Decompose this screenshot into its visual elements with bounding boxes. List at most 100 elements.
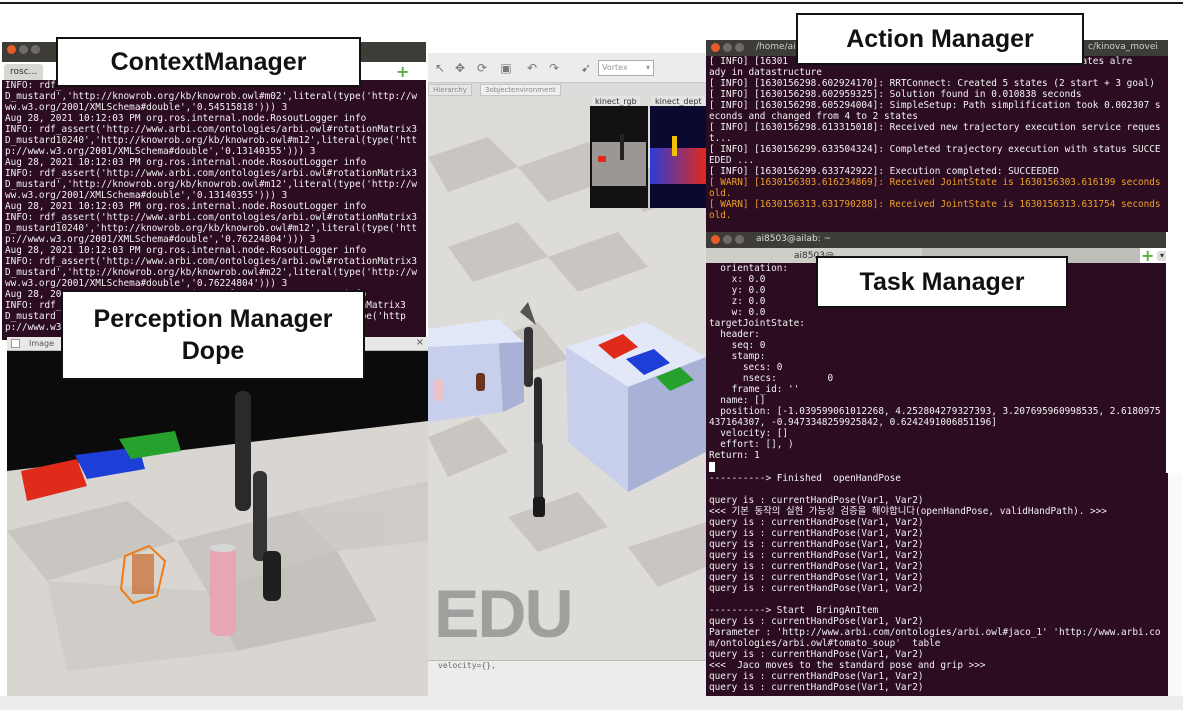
perception-camera-image — [7, 351, 428, 696]
label-perception-line2: Dope — [181, 337, 245, 365]
terminal-line: econds and changed from 4 to 2 states — [709, 111, 918, 122]
undo-icon[interactable]: ↶ — [524, 61, 540, 75]
terminal-line: [ INFO] [1630156298.602959325]: Solution… — [709, 89, 1082, 100]
terminal-line: old. — [709, 210, 732, 221]
terminal-line: Return: 1 — [709, 450, 760, 461]
window-controls — [711, 235, 744, 244]
terminal-line: query is : currentHandPose(Var1, Var2) — [709, 495, 924, 506]
terminal-line: query is : currentHandPose(Var1, Var2) — [709, 528, 924, 539]
window-icon — [11, 339, 20, 348]
terminal-line: [ INFO] [1630156298.613315018]: Received… — [709, 122, 1161, 133]
terminal-line: seq: 0 — [709, 340, 766, 351]
tab-environment[interactable]: 3objectenvironment — [480, 84, 561, 96]
terminal-line: [ INFO] [1630156299.633742922]: Executio… — [709, 166, 1059, 177]
kinect-rgb-view — [590, 106, 648, 208]
can-object — [210, 546, 236, 636]
window-controls — [7, 45, 40, 54]
terminal-line: query is : currentHandPose(Var1, Var2) — [709, 572, 924, 583]
terminal-line: w: 0.0 — [709, 307, 766, 318]
terminal-line: Aug 28, 2021 10:12:03 PM org.ros.interna… — [5, 157, 367, 168]
scale-icon[interactable]: ▣ — [498, 61, 514, 75]
action-terminal-title: /home/ai — [756, 42, 796, 52]
maximize-icon[interactable] — [735, 43, 744, 52]
terminal-line: <<< Jaco moves to the standard pose and … — [709, 660, 986, 671]
terminal-line: [ INFO] [1630156298.602924170]: RRTConne… — [709, 78, 1155, 89]
redo-icon[interactable]: ↷ — [546, 61, 562, 75]
action-terminal-title-suffix: c/kinova_movei — [1088, 42, 1158, 52]
velocity-text: velocity={}, — [438, 661, 496, 670]
top-divider — [0, 2, 1183, 4]
robot-arm — [235, 391, 251, 511]
terminal-line: ----------> Finished openHandPose — [709, 473, 901, 484]
label-task-manager: Task Manager — [816, 256, 1068, 308]
terminal-line: nsecs: 0 — [709, 373, 834, 384]
terminal-line: p://www.w3.org/2001/XMLSchema#double','0… — [5, 234, 316, 245]
terminal-line: query is : currentHandPose(Var1, Var2) — [709, 616, 924, 627]
rotate-icon[interactable]: ⟳ — [474, 61, 490, 75]
maximize-icon[interactable] — [31, 45, 40, 54]
terminal-line: query is : currentHandPose(Var1, Var2) — [709, 517, 924, 528]
label-perception-line1: Perception Manager — [93, 305, 333, 333]
bottom-terminal[interactable]: ----------> Finished openHandPose query … — [706, 473, 1168, 696]
close-icon[interactable] — [7, 45, 16, 54]
terminal-line: velocity: [] — [709, 428, 789, 439]
screenshot-root: rosc... + INFO: rdf_ D_mustard','http://k… — [0, 0, 1183, 710]
terminal-line: INFO: rdf_assert('http://www.arbi.com/on… — [5, 256, 418, 267]
terminal-line: D_mustard10240','http://knowrob.org/kb/k… — [5, 135, 418, 146]
terminal-line: query is : currentHandPose(Var1, Var2) — [709, 539, 924, 550]
terminal-line: effort: [], ) — [709, 439, 794, 450]
physics-engine-select[interactable]: Vortex ▾ — [598, 60, 654, 76]
label-context-manager: ContextManager — [56, 37, 361, 87]
minimize-icon[interactable] — [19, 45, 28, 54]
left-table — [428, 319, 524, 422]
close-icon[interactable] — [711, 43, 720, 52]
context-terminal-tab[interactable]: rosc... — [4, 64, 44, 80]
pointer-icon[interactable]: ➹ — [578, 61, 594, 75]
close-icon[interactable]: × — [416, 337, 424, 348]
terminal-line: Aug 28, 2021 10:12:03 PM org.ros.interna… — [5, 113, 367, 124]
terminal-line: INFO: rdf_assert('http://www.arbi.com/on… — [5, 124, 418, 135]
terminal-line: targetJointState: — [709, 318, 805, 329]
terminal-line: query is : currentHandPose(Var1, Var2) — [709, 550, 924, 561]
terminal-line: D_mustard','http://knowrob.org/kb/knowro… — [5, 91, 418, 102]
select-icon[interactable]: ↖ — [432, 61, 448, 75]
terminal-line: old. — [709, 188, 732, 199]
minimize-icon[interactable] — [723, 235, 732, 244]
terminal-line: [ WARN] [1630156303.616234869]: Received… — [709, 177, 1161, 188]
watermark: EDU — [434, 576, 574, 652]
terminal-line: stamp: — [709, 351, 766, 362]
kinect-depth-view — [650, 106, 706, 208]
terminal-line: ady in datastructure — [709, 67, 822, 78]
terminal-line: ww.w3.org/2001/XMLSchema#double','0.7622… — [5, 278, 288, 289]
chevron-down-icon: ▾ — [645, 63, 650, 72]
maximize-icon[interactable] — [735, 235, 744, 244]
terminal-line: [ WARN] [1630156313.631790288]: Received… — [709, 199, 1161, 210]
terminal-line: [ INFO] [1630156298.605294004]: SimpleSe… — [709, 100, 1161, 111]
action-terminal-output: [ INFO] [16301 1 states already in datas… — [706, 56, 1168, 221]
terminal-line: t... — [709, 133, 732, 144]
physics-engine-value: Vortex — [602, 63, 628, 72]
terminal-line: position: [-1.039599061012268, 4.2528042… — [709, 406, 1161, 417]
terminal-line: ww.w3.org/2001/XMLSchema#double','0.5451… — [5, 102, 288, 113]
terminal-line: INFO: rdf_assert('http://www.arbi.com/on… — [5, 212, 418, 223]
terminal-line: p://www.w3.org/2001/XMLSchema#double','0… — [5, 146, 316, 157]
minimize-icon[interactable] — [723, 43, 732, 52]
image-window-title: Image — [29, 339, 55, 348]
terminal-line: 437164307, -0.9473348259925842, 0.624249… — [709, 417, 997, 428]
task-terminal-titlebar[interactable]: ai8503@ailab: ~ — [706, 232, 1168, 248]
terminal-line: <<< 기본 동작의 실현 가능성 검증을 해야합니다(openHandPose… — [709, 506, 1107, 517]
gazebo-tabs: Hierarchy 3objectenvironment — [428, 83, 706, 97]
terminal-line: frame_id: '' — [709, 384, 800, 395]
terminal-line: EDED ... — [709, 155, 755, 166]
close-icon[interactable] — [711, 235, 720, 244]
terminal-line: m/ontologies/arbi.owl#tomato_soup' table — [709, 638, 941, 649]
terminal-line: D_mustard','http://knowrob.org/kb/knowro… — [5, 179, 418, 190]
terminal-line: D_mustard','http://knowrob.org/kb/knowro… — [5, 267, 418, 278]
new-tab-plus-icon[interactable]: + — [396, 62, 409, 81]
translate-icon[interactable]: ✥ — [452, 61, 468, 75]
tab-hierarchy[interactable]: Hierarchy — [428, 84, 472, 96]
action-terminal[interactable]: [ INFO] [16301 1 states already in datas… — [706, 56, 1168, 232]
terminal-line: query is : currentHandPose(Var1, Var2) — [709, 682, 924, 693]
